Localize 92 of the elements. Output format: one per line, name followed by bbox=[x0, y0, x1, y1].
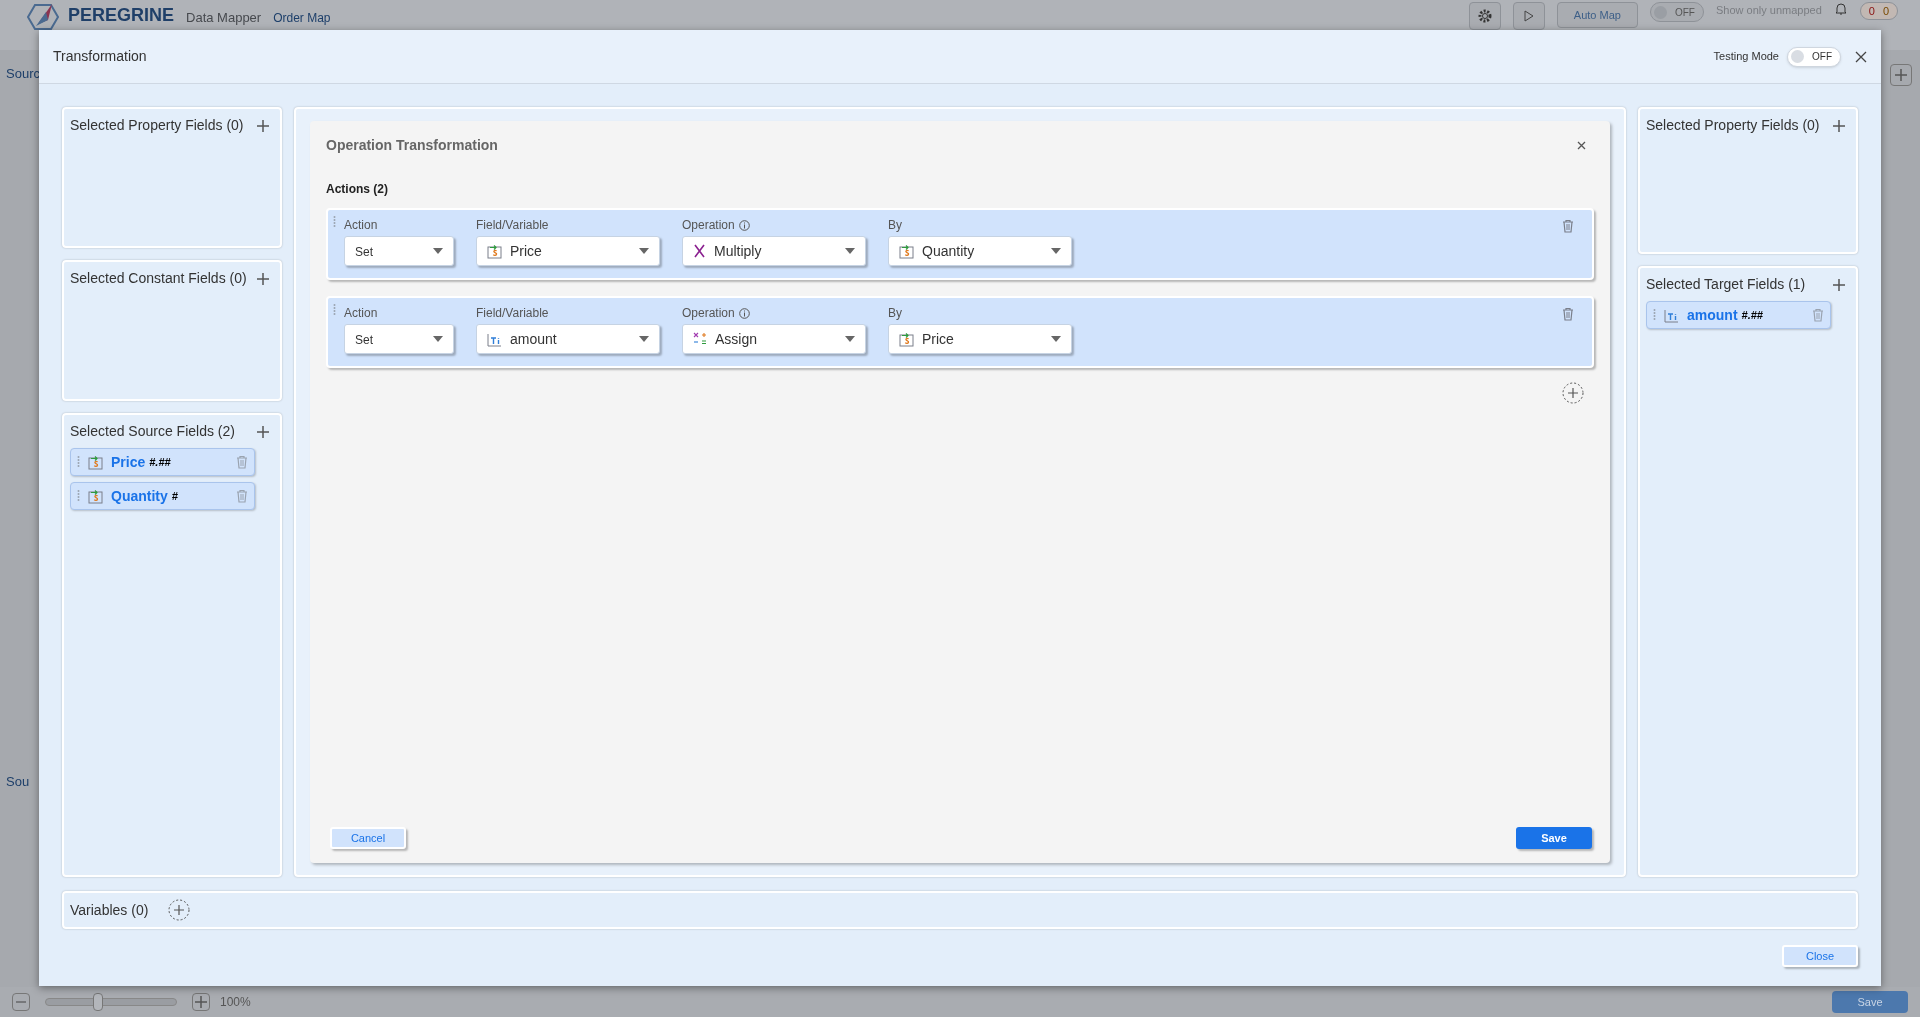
dropdown[interactable]: Set bbox=[344, 324, 454, 354]
trash-icon[interactable] bbox=[236, 455, 248, 469]
caret-icon bbox=[639, 336, 649, 342]
add-circle-icon[interactable] bbox=[1562, 382, 1584, 404]
zoom-reading: 100% bbox=[220, 994, 251, 1011]
column-label: Action bbox=[344, 305, 378, 322]
caret-icon bbox=[433, 336, 443, 342]
currency-field-icon bbox=[88, 454, 103, 470]
caret-icon bbox=[1051, 336, 1061, 342]
currency-field-icon bbox=[88, 488, 103, 504]
panel-title: Selected Property Fields (0) bbox=[1646, 116, 1820, 135]
drag-handle-icon[interactable] bbox=[77, 490, 80, 502]
dropdown[interactable]: Assign bbox=[682, 324, 866, 354]
trash-icon[interactable] bbox=[1562, 307, 1574, 321]
drag-handle-icon[interactable] bbox=[333, 216, 336, 228]
close-icon[interactable] bbox=[1577, 141, 1586, 150]
card-title: Operation Transformation bbox=[326, 136, 498, 155]
column-label: Action bbox=[344, 217, 378, 234]
dropdown[interactable]: Quantity bbox=[888, 236, 1072, 266]
column-label: By bbox=[888, 217, 902, 234]
cancel-button[interactable]: Cancel bbox=[330, 827, 406, 849]
panel-title: Selected Constant Fields (0) bbox=[70, 269, 247, 288]
dropdown[interactable]: Price bbox=[888, 324, 1072, 354]
info-icon[interactable] bbox=[738, 219, 750, 231]
count-label: 0 bbox=[1868, 3, 1875, 19]
column-label: Field/Variable bbox=[476, 305, 549, 322]
play-icon[interactable] bbox=[1523, 10, 1534, 22]
currency-field-icon bbox=[899, 243, 914, 259]
add-icon[interactable] bbox=[1832, 118, 1846, 133]
settings-button[interactable] bbox=[1468, 2, 1501, 30]
column-label: Operation bbox=[682, 217, 735, 234]
add-icon[interactable] bbox=[1832, 277, 1846, 292]
app-logo: PEREGRINE bbox=[68, 4, 175, 26]
panel-title: Selected Property Fields (0) bbox=[70, 116, 244, 135]
slider-thumb[interactable] bbox=[93, 993, 103, 1011]
column-label: By bbox=[888, 305, 902, 322]
text-field-icon bbox=[1664, 307, 1679, 323]
map-name-link[interactable]: Order Map bbox=[273, 10, 331, 26]
section-label: Sou bbox=[6, 772, 31, 791]
field-format: #.## bbox=[1741, 307, 1763, 323]
section-label: Sourc bbox=[6, 65, 40, 83]
caret-icon bbox=[433, 248, 443, 254]
close-button[interactable]: Close bbox=[1782, 945, 1858, 967]
text-field-icon bbox=[487, 331, 502, 347]
field-name: amount bbox=[1687, 305, 1738, 325]
count-label: 0 bbox=[1882, 3, 1889, 19]
field-chip[interactable]: Quantity # bbox=[70, 482, 255, 510]
drag-handle-icon[interactable] bbox=[1653, 309, 1656, 321]
panel-title: Selected Source Fields (2) bbox=[70, 422, 235, 441]
dialog-title: Transformation bbox=[53, 47, 147, 66]
field-chip[interactable]: amount #.## bbox=[1646, 301, 1831, 329]
field-format: #.## bbox=[149, 454, 171, 470]
zoom-out-button[interactable] bbox=[12, 993, 30, 1011]
caret-icon bbox=[845, 248, 855, 254]
save-button[interactable]: Save bbox=[1516, 827, 1592, 849]
field-name: Price bbox=[111, 452, 146, 472]
bell-icon[interactable] bbox=[1833, 2, 1848, 16]
dropdown[interactable]: Price bbox=[476, 236, 660, 266]
add-icon[interactable] bbox=[256, 424, 270, 439]
info-icon[interactable] bbox=[738, 307, 750, 319]
drag-handle-icon[interactable] bbox=[333, 304, 336, 316]
caret-icon bbox=[845, 336, 855, 342]
play-button[interactable] bbox=[1512, 2, 1545, 30]
multiply-icon bbox=[693, 244, 706, 258]
add-icon[interactable] bbox=[256, 271, 270, 286]
field-name: Quantity bbox=[111, 486, 168, 506]
dropdown[interactable]: amount bbox=[476, 324, 660, 354]
currency-field-icon bbox=[487, 243, 502, 259]
dropdown[interactable]: Set bbox=[344, 236, 454, 266]
app-subtitle: Data Mapper bbox=[186, 10, 262, 26]
drag-handle-icon[interactable] bbox=[77, 456, 80, 468]
assign-icon bbox=[693, 332, 707, 346]
field-chip[interactable]: Price #.## bbox=[70, 448, 255, 476]
add-circle-icon[interactable] bbox=[168, 899, 191, 921]
caret-icon bbox=[1051, 248, 1061, 254]
toggle-switch[interactable]: OFF bbox=[1787, 46, 1841, 67]
testing-mode-label: Testing Mode bbox=[1713, 49, 1779, 65]
currency-field-icon bbox=[899, 331, 914, 347]
caret-icon bbox=[639, 248, 649, 254]
trash-icon[interactable] bbox=[1562, 219, 1574, 233]
dropdown[interactable]: Multiply bbox=[682, 236, 866, 266]
column-label: Operation bbox=[682, 305, 735, 322]
settings-icon[interactable] bbox=[1476, 8, 1493, 24]
actions-label: Actions (2) bbox=[326, 181, 389, 198]
variables-label: Variables (0) bbox=[70, 900, 149, 920]
field-format: # bbox=[171, 488, 178, 504]
column-label: Field/Variable bbox=[476, 217, 549, 234]
panel-title: Selected Target Fields (1) bbox=[1646, 275, 1806, 294]
close-icon[interactable] bbox=[1855, 50, 1867, 63]
trash-icon[interactable] bbox=[236, 489, 248, 503]
add-icon[interactable] bbox=[256, 118, 270, 133]
trash-icon[interactable] bbox=[1812, 308, 1824, 322]
